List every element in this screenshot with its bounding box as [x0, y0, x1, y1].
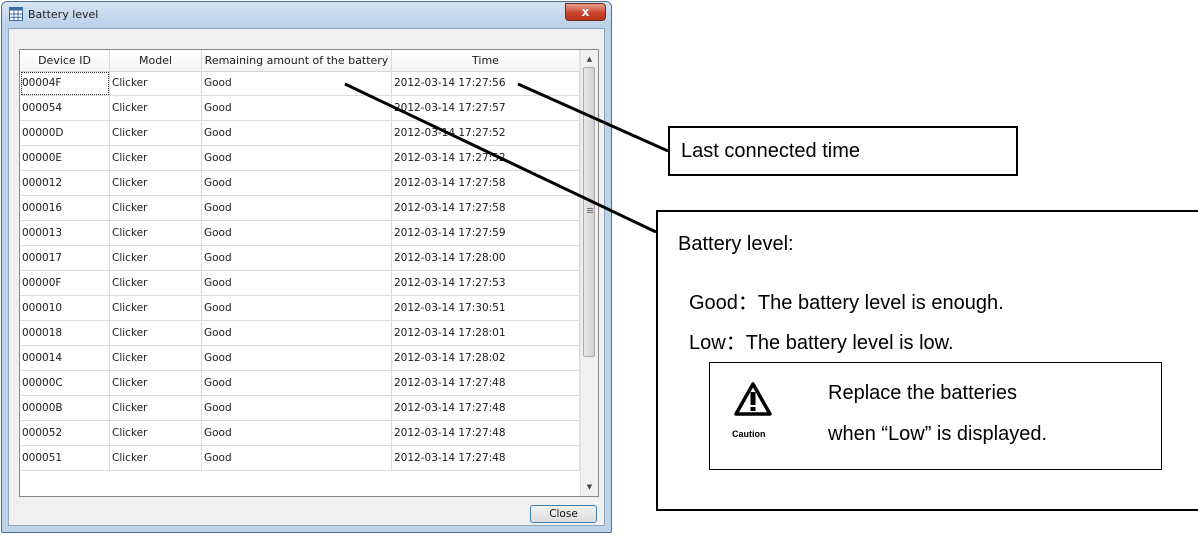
callout-last-connected-time: Last connected time — [668, 126, 1018, 176]
caution-text-line-1: Replace the batteries — [828, 382, 1018, 404]
caution-text-line-2: when “Low” is displayed. — [828, 423, 1047, 445]
battery-low-description: Low：The battery level is low. — [689, 332, 954, 354]
warning-triangle-icon — [734, 382, 772, 416]
battery-leader-line — [344, 82, 657, 234]
battery-level-title: Battery level: — [678, 233, 794, 255]
time-leader-line — [517, 82, 669, 153]
battery-good-description: Good：The battery level is enough. — [689, 292, 1004, 314]
callout-battery-level: Battery level: Good：The battery level is… — [656, 210, 1198, 511]
caution-label: Caution — [732, 429, 766, 439]
callout-time-label: Last connected time — [681, 139, 860, 162]
caution-note: Caution Replace the batteries when “Low”… — [709, 362, 1162, 470]
